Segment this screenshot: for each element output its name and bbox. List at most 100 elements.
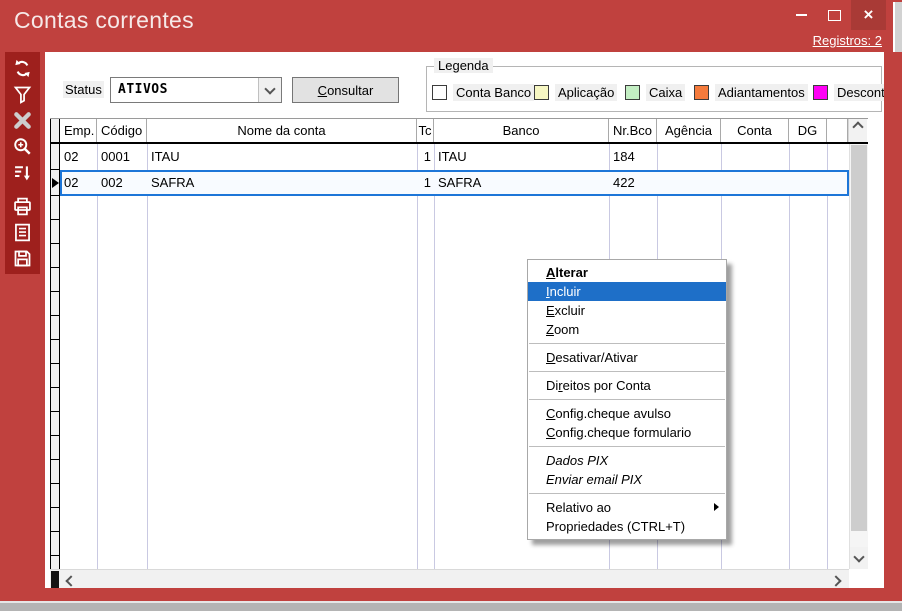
filter-icon[interactable] [8,82,38,107]
grid-column-header[interactable] [827,119,848,142]
legend-swatch [694,85,709,100]
legend-items: Conta BancoAplicaçãoCaixaAdiantamentosDe… [427,67,881,111]
legend-item: Aplicação [534,84,617,101]
table-cell: ITAU [147,144,417,170]
close-icon: × [864,6,874,23]
menu-item-propriedades-ctrl-t[interactable]: Propriedades (CTRL+T) [528,517,726,536]
menu-item-relativo-ao[interactable]: Relativo ao [528,498,726,517]
grid-column-header[interactable]: Nr.Bco [609,119,657,142]
status-label: Status [63,81,104,98]
legend-swatch [813,85,828,100]
table-cell: 0001 [97,144,147,170]
combo-dropdown-button[interactable] [258,78,281,102]
grid-indicator-column [50,144,60,569]
grid-column-header[interactable]: Código [97,119,147,142]
app-window: Contas correntes × Registros: 2 Status A… [0,0,902,601]
grid-indicator-header [50,119,60,142]
grid-column-header[interactable]: Tc [417,119,434,142]
menu-item-desativar-ativar[interactable]: Desativar/Ativar [528,348,726,367]
menu-item-config-cheque-avulso[interactable]: Config.cheque avulso [528,404,726,423]
cancel-icon[interactable] [8,108,38,133]
menu-item-zoom[interactable]: Zoom [528,320,726,339]
sidebar [0,52,45,601]
accounts-grid: Emp.CódigoNome da contaTcBancoNr.BcoAgên… [50,118,868,589]
maximize-button[interactable] [818,0,851,30]
legend-label: Aplicação [555,84,617,101]
menu-separator [529,343,725,344]
scroll-right-icon[interactable] [830,575,841,586]
grid-column-header[interactable]: Agência [657,119,721,142]
scrollbar-corner [849,569,868,589]
window-border-right [884,52,902,601]
menu-item-excluir[interactable]: Excluir [528,301,726,320]
row-indicator-empty [50,484,60,508]
horizontal-scrollbar[interactable] [50,569,849,589]
legend-item: Adiantamentos [694,84,808,101]
table-row[interactable]: 020001ITAU1ITAU184 [60,144,849,170]
row-indicator-empty [50,316,60,340]
row-indicator-empty [50,388,60,412]
table-cell [657,170,721,196]
table-cell: 02 [60,144,97,170]
close-button[interactable]: × [851,0,886,30]
minimize-icon [796,14,807,16]
content-panel: Status ATIVOS Consultar Legenda Conta Ba… [45,52,884,588]
menu-item-dados-pix[interactable]: Dados PIX [528,451,726,470]
grid-column-header[interactable]: DG [789,119,827,142]
menu-item-enviar-email-pix[interactable]: Enviar email PIX [528,470,726,489]
menu-separator [529,446,725,447]
row-indicator-empty [50,196,60,220]
grid-header: Emp.CódigoNome da contaTcBancoNr.BcoAgên… [50,119,868,144]
sort-icon[interactable] [8,160,38,185]
grid-column-header[interactable]: Conta [721,119,789,142]
scroll-down-button[interactable] [850,547,868,569]
table-row[interactable]: 02002SAFRA1SAFRA422 [60,170,849,196]
save-icon[interactable] [8,246,38,271]
table-cell: 02 [60,170,97,196]
minimize-button[interactable] [785,0,818,30]
consultar-button[interactable]: Consultar [292,77,399,103]
desktop: Contas correntes × Registros: 2 Status A… [0,0,902,611]
zoom-icon[interactable] [8,134,38,159]
row-indicator-empty [50,532,60,556]
menu-item-alterar[interactable]: Alterar [528,263,726,282]
refresh-icon[interactable] [8,56,38,81]
table-cell [789,170,827,196]
grid-column-header[interactable]: Banco [434,119,609,142]
status-value: ATIVOS [118,82,168,97]
report-icon[interactable] [8,220,38,245]
grid-column-header[interactable]: Nome da conta [147,119,417,142]
vertical-scroll-thumb[interactable] [851,145,867,531]
menu-item-config-cheque-formulario[interactable]: Config.cheque formulario [528,423,726,442]
desktop-edge [0,601,902,611]
row-indicator [50,170,60,196]
titlebar-corner [893,2,902,52]
grid-body: 020001ITAU1ITAU18402002SAFRA1SAFRA422 [50,144,849,569]
menu-item-incluir[interactable]: Incluir [528,282,726,301]
scroll-up-button[interactable] [848,119,867,142]
print-icon[interactable] [8,194,38,219]
legend-groupbox: Legenda Conta BancoAplicaçãoCaixaAdianta… [426,66,882,112]
records-link[interactable]: Registros: 2 [813,33,882,48]
menu-item-direitos-por-conta[interactable]: Direitos por Conta [528,376,726,395]
horizontal-scroll-thumb[interactable] [51,571,59,588]
vertical-scrollbar[interactable] [849,144,868,569]
grid-column-header[interactable]: Emp. [60,119,97,142]
maximize-icon [828,10,841,21]
chevron-down-icon [264,83,275,94]
table-cell [827,170,848,196]
window-border-bottom [0,588,902,601]
titlebar: Contas correntes × Registros: 2 [0,0,902,53]
scroll-left-icon[interactable] [65,575,76,586]
table-cell: 422 [609,170,657,196]
table-cell [789,144,827,170]
table-cell: 002 [97,170,147,196]
menu-separator [529,493,725,494]
legend-swatch [432,85,447,100]
menu-separator [529,399,725,400]
window-controls: × [785,0,886,30]
status-combobox[interactable]: ATIVOS [110,77,282,103]
table-cell [827,144,848,170]
row-indicator-empty [50,412,60,436]
table-cell: SAFRA [434,170,609,196]
